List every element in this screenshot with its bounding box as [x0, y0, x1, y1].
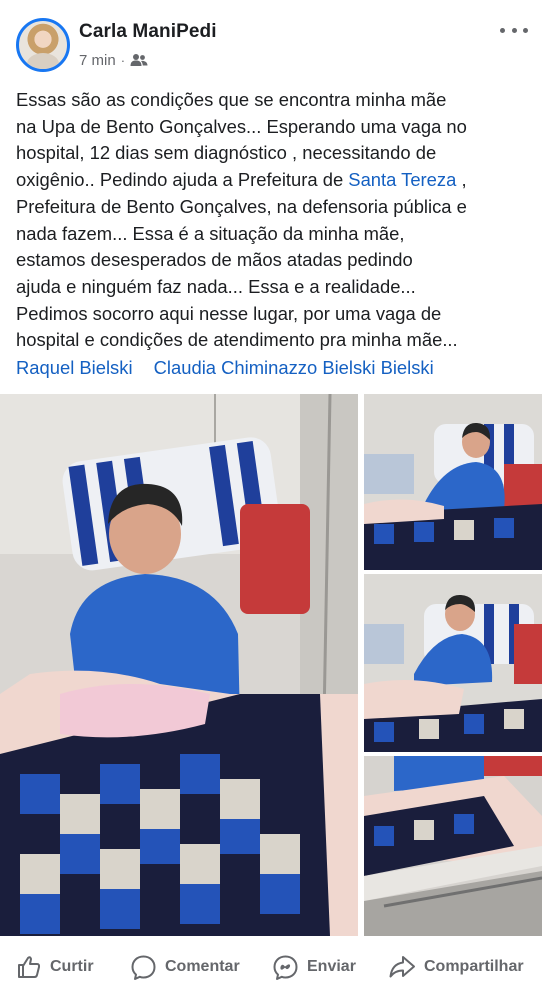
post-text-line: oxigênio.. Pedindo ajuda a Prefeitura de… — [16, 167, 531, 194]
text-segment: hospital e condições de atendimento pra … — [16, 329, 458, 351]
comment-label: Comentar — [165, 958, 240, 975]
avatar[interactable] — [16, 18, 70, 72]
like-icon — [18, 956, 41, 978]
friends-icon — [130, 53, 148, 67]
text-segment: Pedimos socorro aqui nesse lugar, por um… — [16, 302, 442, 324]
text-segment: nada fazem... Essa é a situação da minha… — [16, 222, 405, 244]
send-label: Enviar — [307, 958, 356, 975]
more-dots-icon — [500, 27, 505, 33]
comment-icon — [131, 955, 156, 980]
photo-thumbnail[interactable] — [364, 394, 542, 570]
post-text-line: hospital, 12 dias sem diagnóstico , nece… — [16, 140, 531, 167]
post-text-line: nada fazem... Essa é a situação da minha… — [16, 221, 531, 248]
post-action-bar: Curtir Comentar Enviar Compartilhar — [0, 944, 542, 990]
post-text-line: estamos desesperados de mãos atadas pedi… — [16, 247, 531, 274]
more-dot — [511, 27, 517, 33]
share-icon — [389, 956, 415, 978]
send-button[interactable]: Enviar — [272, 944, 356, 990]
messenger-icon — [273, 955, 298, 980]
photo-thumbnail[interactable] — [364, 756, 542, 936]
post-meta: 7 min · — [79, 50, 148, 70]
text-segment: estamos desesperados de mãos atadas pedi… — [16, 249, 413, 271]
text-segment: hospital, 12 dias sem diagnóstico , nece… — [16, 142, 437, 164]
post-text: Essas são as condições que se encontra m… — [16, 87, 531, 354]
photo-thumbnail[interactable] — [364, 574, 542, 752]
page-link-santa-tereza[interactable]: Santa Tereza — [348, 169, 456, 190]
post-text-line: ajuda e ninguém faz nada... Essa e a rea… — [16, 274, 531, 301]
like-label: Curtir — [50, 958, 94, 975]
tag-claudia-bielski[interactable]: Claudia Chiminazzo Bielski Bielski — [154, 357, 434, 378]
comment-button[interactable]: Comentar — [130, 944, 240, 990]
more-options-button[interactable] — [500, 22, 528, 38]
share-label: Compartilhar — [424, 958, 524, 975]
post-header: Carla ManiPedi 7 min · — [0, 0, 542, 80]
photo-main[interactable] — [0, 394, 358, 936]
tagged-people: Raquel Bielski Claudia Chiminazzo Bielsk… — [16, 355, 450, 381]
more-dot — [523, 27, 528, 33]
tag-raquel-bielski[interactable]: Raquel Bielski — [16, 357, 133, 378]
post-text-line: Prefeitura de Bento Gonçalves, na defens… — [16, 194, 531, 221]
text-segment: na Upa de Bento Gonçalves... Esperando u… — [16, 115, 467, 137]
post-text-line: hospital e condições de atendimento pra … — [16, 327, 531, 354]
post-time[interactable]: 7 min — [79, 52, 116, 69]
post-text-line: Pedimos socorro aqui nesse lugar, por um… — [16, 301, 531, 328]
post-text-line: na Upa de Bento Gonçalves... Esperando u… — [16, 114, 531, 141]
text-segment: ajuda e ninguém faz nada... Essa e a rea… — [16, 275, 416, 297]
text-segment: Prefeitura de Bento Gonçalves, na defens… — [16, 195, 467, 217]
author-name[interactable]: Carla ManiPedi — [79, 21, 217, 43]
like-button[interactable]: Curtir — [16, 944, 94, 990]
meta-separator: · — [120, 52, 126, 68]
text-segment: , — [456, 169, 467, 191]
text-segment: Essas são as condições que se encontra m… — [16, 89, 447, 110]
share-button[interactable]: Compartilhar — [388, 944, 524, 990]
post-text-line: Essas são as condições que se encontra m… — [16, 87, 531, 114]
text-segment: oxigênio.. Pedindo ajuda a Prefeitura de — [16, 169, 349, 191]
